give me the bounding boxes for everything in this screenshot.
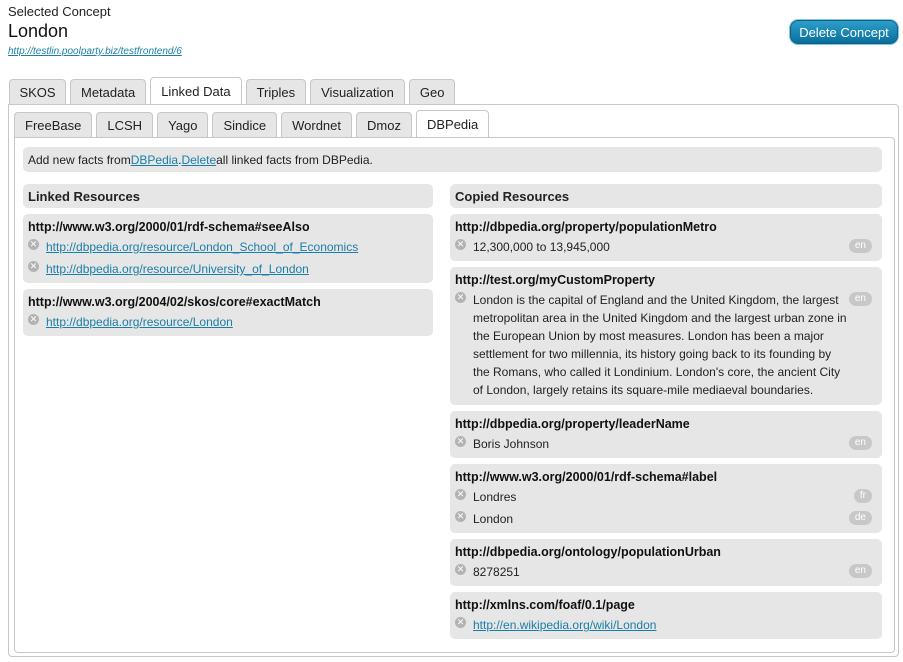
literal-value: London	[473, 512, 514, 526]
delete-facts-link[interactable]: Delete	[181, 153, 216, 167]
concept-subtitle: Selected Concept	[8, 4, 111, 19]
tab-skos[interactable]: SKOS	[9, 79, 66, 104]
list-item: ✕ http://en.wikipedia.org/wiki/London	[455, 616, 877, 634]
list-item: ✕ 8278251 en	[455, 563, 877, 581]
copied-group: http://dbpedia.org/ontology/populationUr…	[450, 539, 882, 586]
linked-group: http://www.w3.org/2004/02/skos/core#exac…	[23, 289, 433, 336]
info-text-1: Add new facts from	[28, 152, 131, 167]
copied-group: http://dbpedia.org/property/leaderName ✕…	[450, 411, 882, 458]
tab-sindice[interactable]: Sindice	[212, 112, 278, 137]
property-label: http://test.org/myCustomProperty	[455, 273, 656, 287]
remove-circle-icon[interactable]: ✕	[455, 436, 466, 447]
remove-circle-icon[interactable]: ✕	[455, 239, 466, 250]
list-item: ✕ http://dbpedia.org/resource/London_Sch…	[28, 238, 428, 256]
tab-linked-data[interactable]: Linked Data	[150, 77, 242, 104]
remove-circle-icon[interactable]: ✕	[28, 314, 39, 325]
copied-resources-heading: Copied Resources	[450, 184, 882, 208]
property-label: http://dbpedia.org/ontology/populationUr…	[455, 545, 721, 559]
tab-dbpedia[interactable]: DBPedia	[415, 110, 490, 137]
language-badge: en	[848, 292, 872, 306]
info-text-3: all linked facts from DBPedia.	[216, 152, 373, 167]
tab-geo[interactable]: Geo	[408, 79, 456, 104]
language-badge: en	[848, 564, 872, 578]
delete-concept-button[interactable]: Delete Concept	[790, 20, 898, 44]
remove-circle-icon[interactable]: ✕	[28, 239, 39, 250]
tab-dmoz[interactable]: Dmoz	[356, 112, 412, 137]
tab-wordnet[interactable]: Wordnet	[281, 112, 353, 137]
language-badge: en	[848, 436, 872, 450]
remove-circle-icon[interactable]: ✕	[28, 261, 39, 272]
list-item: ✕ 12,300,000 to 13,945,000 en	[455, 238, 877, 256]
tab-yago[interactable]: Yago	[157, 112, 209, 137]
language-badge: en	[848, 239, 872, 253]
concept-uri-link[interactable]: http://testlin.poolparty.biz/testfronten…	[8, 46, 182, 57]
resource-link[interactable]: http://dbpedia.org/resource/London_Schoo…	[46, 238, 428, 256]
tab-lcsh[interactable]: LCSH	[96, 112, 154, 137]
list-item: ✕ Londres fr	[455, 488, 877, 506]
remove-circle-icon[interactable]: ✕	[455, 511, 466, 522]
property-label: http://xmlns.com/foaf/0.1/page	[455, 598, 635, 612]
literal-value: Boris Johnson	[473, 437, 550, 451]
language-badge: fr	[853, 489, 872, 503]
literal-value: Londres	[473, 490, 517, 504]
remove-circle-icon[interactable]: ✕	[455, 617, 466, 628]
page-title: London	[8, 21, 69, 41]
tab-metadata[interactable]: Metadata	[70, 79, 147, 104]
copied-group: http://dbpedia.org/property/populationMe…	[450, 214, 882, 261]
linked-resources-heading: Linked Resources	[23, 184, 433, 208]
literal-value: 8278251	[473, 565, 520, 579]
linked-group: http://www.w3.org/2000/01/rdf-schema#see…	[23, 214, 433, 283]
property-label: http://dbpedia.org/property/populationMe…	[455, 220, 717, 234]
source-tabs: FreeBase LCSH Yago Sindice Wordnet Dmoz …	[14, 110, 490, 137]
list-item: ✕ http://dbpedia.org/resource/London	[28, 313, 428, 331]
property-label: http://www.w3.org/2000/01/rdf-schema#see…	[28, 220, 310, 234]
info-bar: Add new facts from DBPedia . Delete all …	[23, 147, 882, 172]
property-label: http://www.w3.org/2004/02/skos/core#exac…	[28, 295, 321, 309]
tab-visualization[interactable]: Visualization	[310, 79, 405, 104]
remove-circle-icon[interactable]: ✕	[455, 489, 466, 500]
main-tabs: SKOS Metadata Linked Data Triples Visual…	[9, 77, 456, 104]
property-label: http://www.w3.org/2000/01/rdf-schema#lab…	[455, 470, 718, 484]
resource-link[interactable]: http://dbpedia.org/resource/London	[46, 313, 428, 331]
remove-circle-icon[interactable]: ✕	[455, 564, 466, 575]
resource-link[interactable]: http://en.wikipedia.org/wiki/London	[473, 616, 877, 634]
tab-freebase[interactable]: FreeBase	[14, 112, 93, 137]
property-label: http://dbpedia.org/property/leaderName	[455, 417, 690, 431]
list-item: ✕ Boris Johnson en	[455, 435, 877, 453]
remove-circle-icon[interactable]: ✕	[455, 292, 466, 303]
list-item: ✕ London de	[455, 510, 877, 528]
copied-group: http://www.w3.org/2000/01/rdf-schema#lab…	[450, 464, 882, 533]
add-facts-link[interactable]: DBPedia	[131, 153, 178, 167]
tab-triples[interactable]: Triples	[245, 79, 307, 104]
literal-value: 12,300,000 to 13,945,000	[473, 240, 610, 254]
copied-group: http://test.org/myCustomProperty ✕ Londo…	[450, 267, 882, 405]
copied-group: http://xmlns.com/foaf/0.1/page ✕ http://…	[450, 592, 882, 639]
literal-value: London is the capital of England and the…	[473, 293, 847, 397]
resource-link[interactable]: http://dbpedia.org/resource/University_o…	[46, 260, 428, 278]
list-item: ✕ http://dbpedia.org/resource/University…	[28, 260, 428, 278]
list-item: ✕ London is the capital of England and t…	[455, 291, 877, 399]
language-badge: de	[848, 511, 872, 525]
